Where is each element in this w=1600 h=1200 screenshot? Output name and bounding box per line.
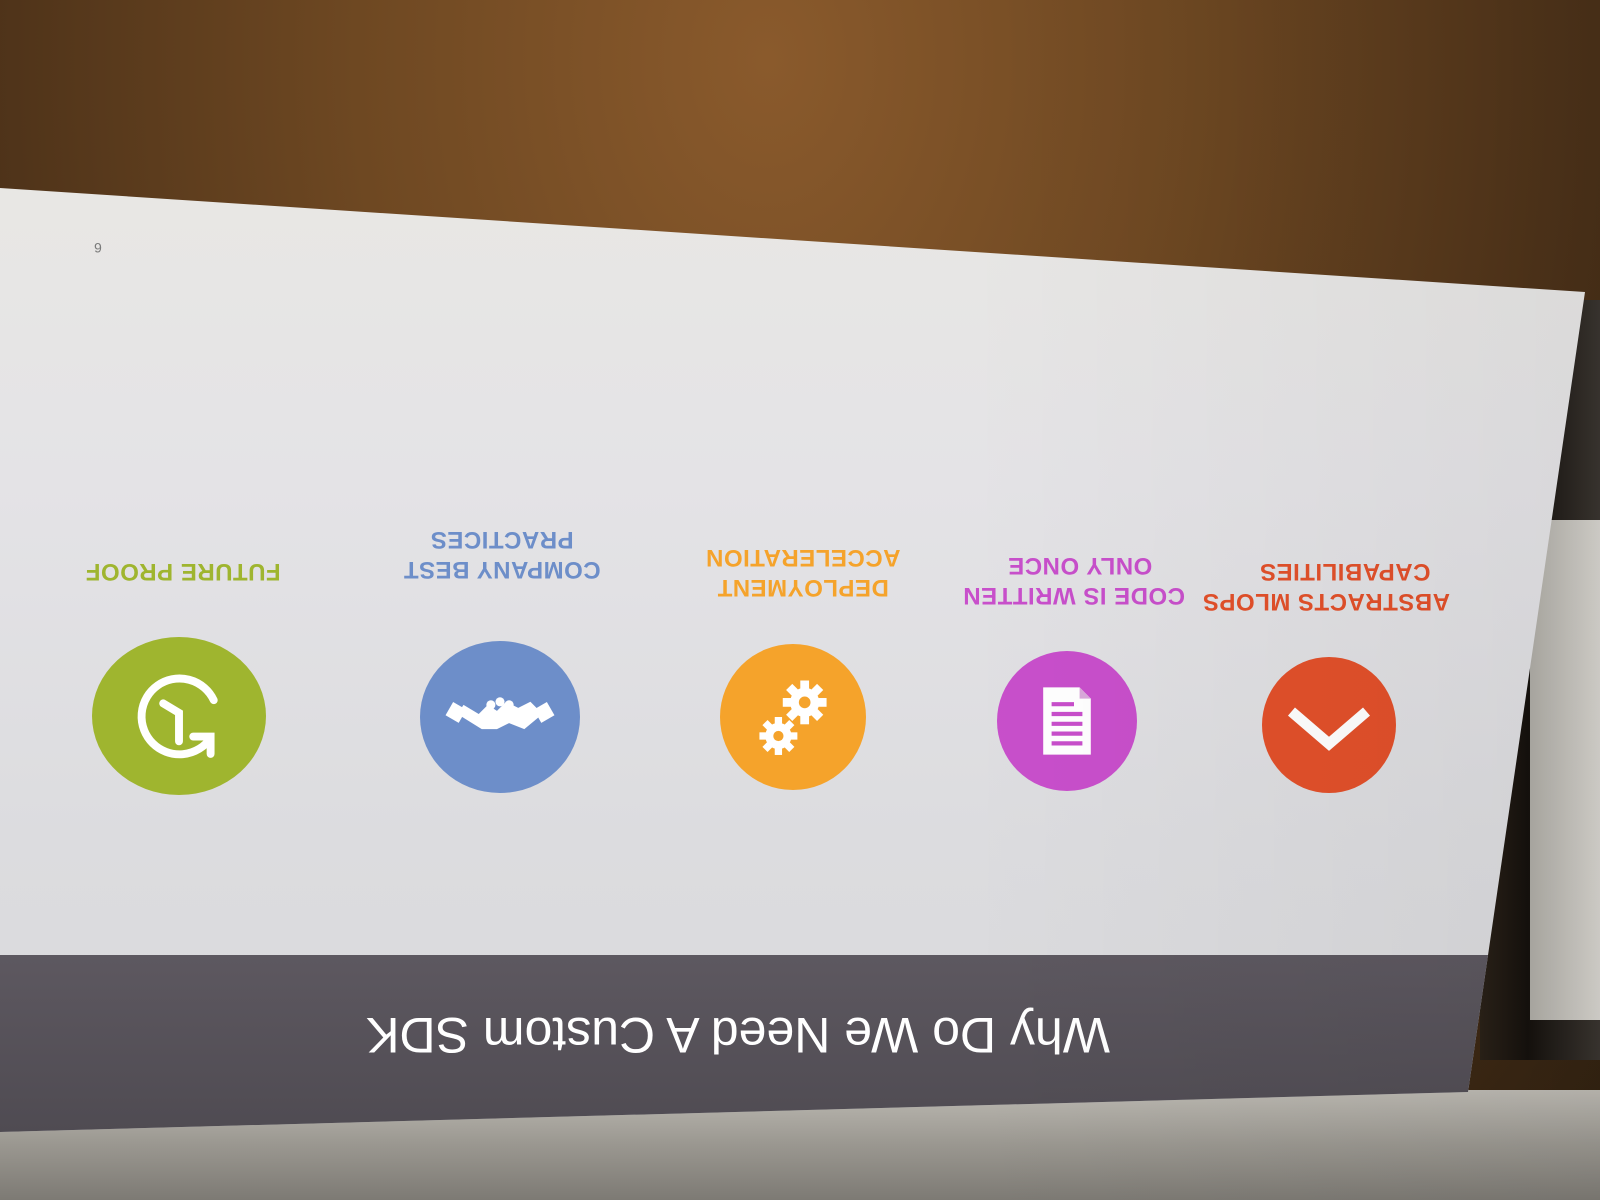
practices-circle	[420, 641, 580, 793]
label-code-line2: ONLY ONCE	[1007, 552, 1153, 579]
label-practices-line2: PRACTICES	[430, 526, 574, 553]
label-code: CODE IS WRITTEN ONLY ONCE	[962, 546, 1185, 610]
mlops-circle	[1262, 657, 1396, 793]
chevron-icon	[1287, 707, 1371, 751]
label-deployment: DEPLOYMENT ACCELERATION	[693, 538, 913, 602]
label-mlops-line1: ABSTRACTS MLOPS	[1202, 588, 1451, 615]
code-circle	[997, 651, 1137, 791]
slide-title: Why Do We Need A Custom SDK	[366, 1007, 1110, 1063]
history-clock-icon	[137, 674, 218, 759]
label-mlops-line2: CAPABILITIES	[1259, 558, 1431, 585]
document-icon	[1043, 687, 1091, 755]
future-circle	[92, 637, 266, 795]
label-deployment-line2: ACCELERATION	[705, 544, 901, 571]
label-code-line1: CODE IS WRITTEN	[962, 582, 1185, 609]
label-mlops: ABSTRACTS MLOPS CAPABILITIES	[1202, 552, 1451, 616]
slide-number: 6	[94, 240, 102, 256]
gears-icon	[759, 680, 827, 755]
label-practices: COMPANY BEST PRACTICES	[392, 520, 612, 584]
label-practices-line1: COMPANY BEST	[403, 556, 601, 583]
deployment-circle	[720, 644, 866, 790]
handshake-icon	[445, 697, 555, 730]
label-future: FUTURE PROOF	[70, 552, 296, 586]
label-deployment-line1: DEPLOYMENT	[717, 574, 889, 601]
label-future-line1: FUTURE PROOF	[85, 558, 281, 585]
